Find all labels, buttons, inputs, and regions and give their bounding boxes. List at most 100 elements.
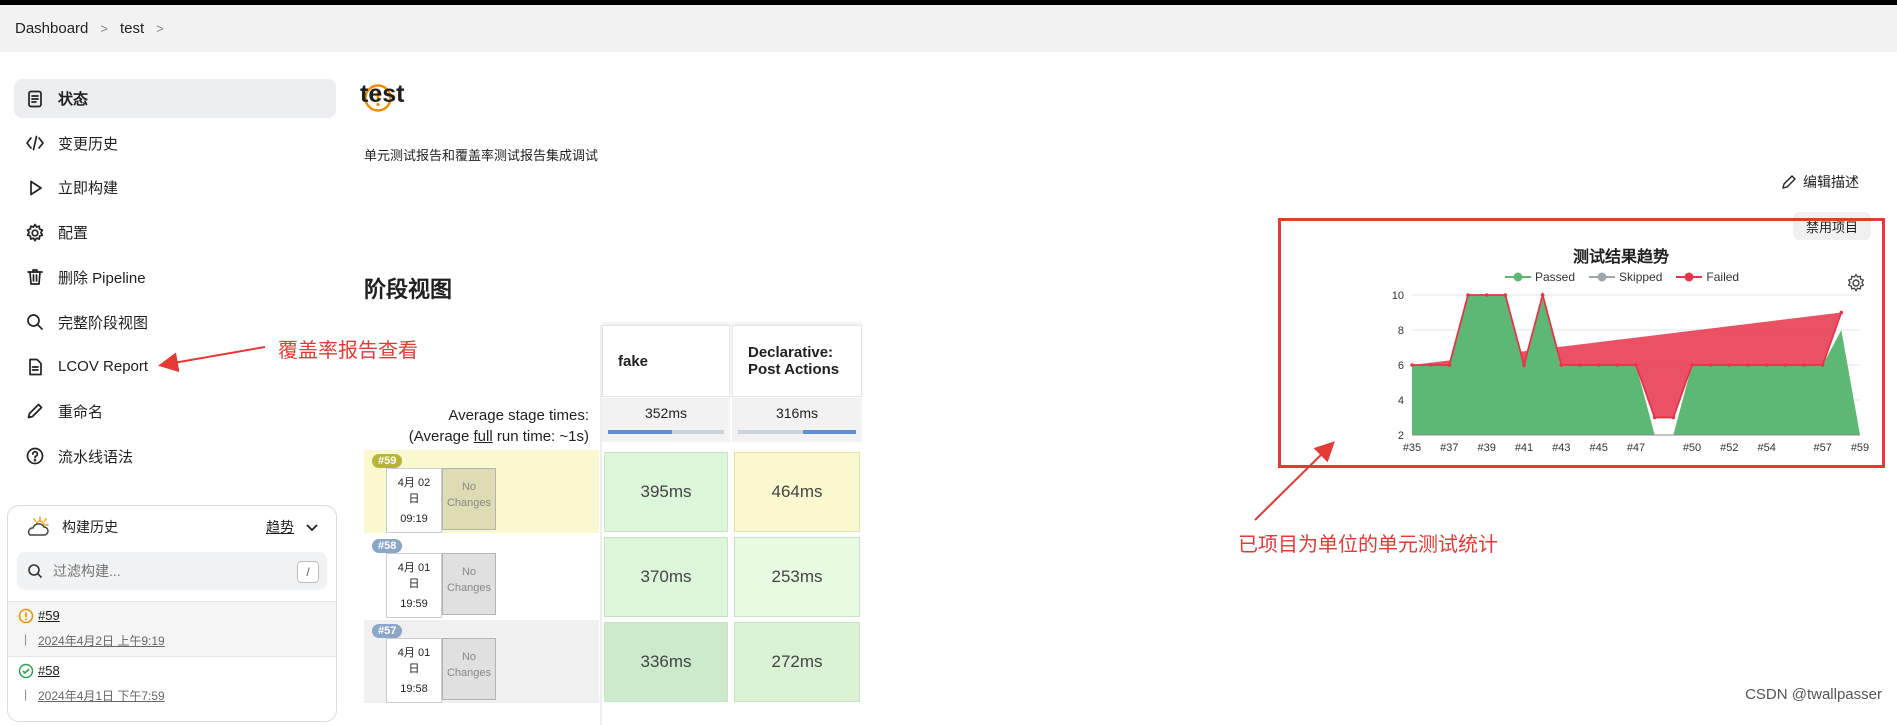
x-tick-label: #43	[1552, 442, 1570, 454]
build-filter-field[interactable]: /	[17, 552, 327, 590]
data-point	[1839, 310, 1844, 315]
data-point	[1503, 293, 1508, 297]
legend-item-skipped[interactable]: Skipped	[1589, 270, 1662, 284]
sidebar-item-8[interactable]: 流水线语法	[14, 437, 336, 476]
annotation-unit-stats: 已项目为单位的单元测试统计	[1238, 534, 1498, 556]
chart-legend: Passed Skipped Failed	[1505, 270, 1739, 284]
data-point	[1410, 363, 1414, 367]
build-row[interactable]: #59 | 2024年4月2日 上午9:19	[8, 601, 336, 656]
data-point	[1708, 363, 1713, 367]
sidebar-item-0[interactable]: 状态	[14, 79, 336, 118]
build-date-link[interactable]: 2024年4月1日 下午7:59	[38, 687, 165, 704]
data-point	[1578, 363, 1582, 367]
data-point	[1634, 363, 1638, 367]
sidebar-item-label: 重命名	[58, 403, 104, 421]
stage-duration-cell[interactable]: 253ms	[734, 537, 860, 617]
sidebar-item-label: 立即构建	[58, 180, 119, 198]
y-tick-label: 2	[1398, 430, 1404, 442]
breadcrumb: Dashboard > test >	[0, 5, 1897, 52]
build-date-link[interactable]: 2024年4月2日 上午9:19	[38, 632, 165, 649]
separator: |	[24, 632, 28, 646]
data-point	[1783, 363, 1788, 367]
avg-time: 316ms	[775, 405, 819, 421]
no-changes-box: No Changes	[442, 553, 496, 615]
legend-item-failed[interactable]: Failed	[1676, 270, 1739, 284]
x-tick-label: #39	[1477, 442, 1495, 454]
no-changes-box: No Changes	[442, 468, 496, 530]
data-point	[1690, 363, 1694, 367]
no-changes-box: No Changes	[442, 638, 496, 700]
data-point	[1484, 293, 1489, 297]
x-tick-label: #54	[1757, 442, 1775, 454]
data-point	[1671, 415, 1676, 420]
sidebar-item-2[interactable]: 立即构建	[14, 168, 336, 207]
chevron-down-icon[interactable]	[305, 520, 319, 534]
x-tick-label: #37	[1440, 442, 1458, 454]
trend-link[interactable]: 趋势	[266, 517, 294, 537]
build-link[interactable]: #59	[38, 608, 60, 623]
success-check-icon	[18, 663, 34, 679]
build-row[interactable]: #58 | 2024年4月1日 下午7:59	[8, 656, 336, 711]
stage-duration-cell[interactable]: 370ms	[604, 537, 728, 617]
avg-time-bar	[608, 430, 724, 434]
search-icon	[24, 311, 46, 333]
average-stage-time: 316ms	[732, 398, 862, 442]
avg-label-pre: (Average	[408, 428, 474, 445]
sidebar-item-3[interactable]: 配置	[14, 213, 336, 252]
avg-label-post: run time: ~1s)	[492, 428, 589, 445]
status-doc-icon	[24, 88, 46, 110]
data-point	[1727, 363, 1732, 367]
legend-item-passed[interactable]: Passed	[1505, 270, 1575, 284]
chevron-right-icon[interactable]: >	[156, 21, 164, 36]
x-tick-label: #47	[1627, 442, 1645, 454]
sidebar-item-4[interactable]: 删除 Pipeline	[14, 258, 336, 297]
stage-duration-cell[interactable]: 336ms	[604, 622, 728, 702]
data-point	[1522, 363, 1526, 367]
x-tick-label: #35	[1403, 442, 1421, 454]
sidebar-item-label: 删除 Pipeline	[58, 269, 146, 287]
legend-label: Passed	[1535, 270, 1576, 284]
data-point	[1596, 363, 1601, 367]
stage-duration-cell[interactable]: 395ms	[604, 452, 728, 532]
edit-description-button[interactable]: 编辑描述	[1780, 172, 1859, 192]
build-history-panel: 构建历史 趋势 / #59 | 2024年4月2日 上午9:19 #58 | 2024年4…	[7, 505, 337, 722]
edit-description-label: 编辑描述	[1803, 174, 1859, 190]
build-link[interactable]: #58	[38, 663, 60, 678]
build-filter-input[interactable]	[51, 562, 285, 580]
watermark: CSDN @twallpasser	[1745, 686, 1882, 703]
stage-duration-cell[interactable]: 272ms	[734, 622, 860, 702]
build-badge[interactable]: #59	[372, 454, 403, 468]
y-tick-label: 4	[1398, 395, 1404, 407]
y-tick-label: 10	[1392, 290, 1404, 302]
full-run-link[interactable]: full	[474, 428, 493, 445]
data-point	[1428, 363, 1433, 367]
legend-label: Skipped	[1619, 270, 1663, 284]
annotation-coverage: 覆盖率报告查看	[278, 340, 418, 362]
column-divider	[600, 325, 602, 725]
stage-name: Declarative: Post Actions	[748, 344, 840, 378]
play-icon	[24, 177, 46, 199]
x-tick-label: #52	[1720, 442, 1738, 454]
shortcut-key: /	[297, 561, 319, 583]
avg-time: 352ms	[644, 405, 688, 421]
build-badge[interactable]: #57	[372, 624, 403, 638]
sidebar-item-7[interactable]: 重命名	[14, 392, 336, 431]
breadcrumb-test[interactable]: test	[120, 20, 144, 37]
data-point	[1746, 363, 1750, 367]
avg-label-line1: Average stage times:	[448, 407, 589, 424]
pencil-icon	[1782, 174, 1796, 189]
pencil-icon	[24, 400, 46, 422]
data-point	[1466, 293, 1470, 297]
page-title: test	[360, 80, 405, 108]
search-icon	[28, 564, 43, 579]
average-stage-time: 352ms	[602, 398, 730, 442]
legend-marker-icon	[1505, 272, 1531, 282]
data-point	[1615, 363, 1620, 367]
stage-duration-cell[interactable]: 464ms	[734, 452, 860, 532]
sidebar-item-label: LCOV Report	[58, 358, 149, 376]
sidebar-item-1[interactable]: 变更历史	[14, 124, 336, 163]
project-description: 单元测试报告和覆盖率测试报告集成调试	[364, 148, 599, 163]
build-badge[interactable]: #58	[372, 539, 403, 553]
data-point	[1820, 363, 1825, 367]
breadcrumb-dashboard[interactable]: Dashboard	[15, 20, 88, 37]
